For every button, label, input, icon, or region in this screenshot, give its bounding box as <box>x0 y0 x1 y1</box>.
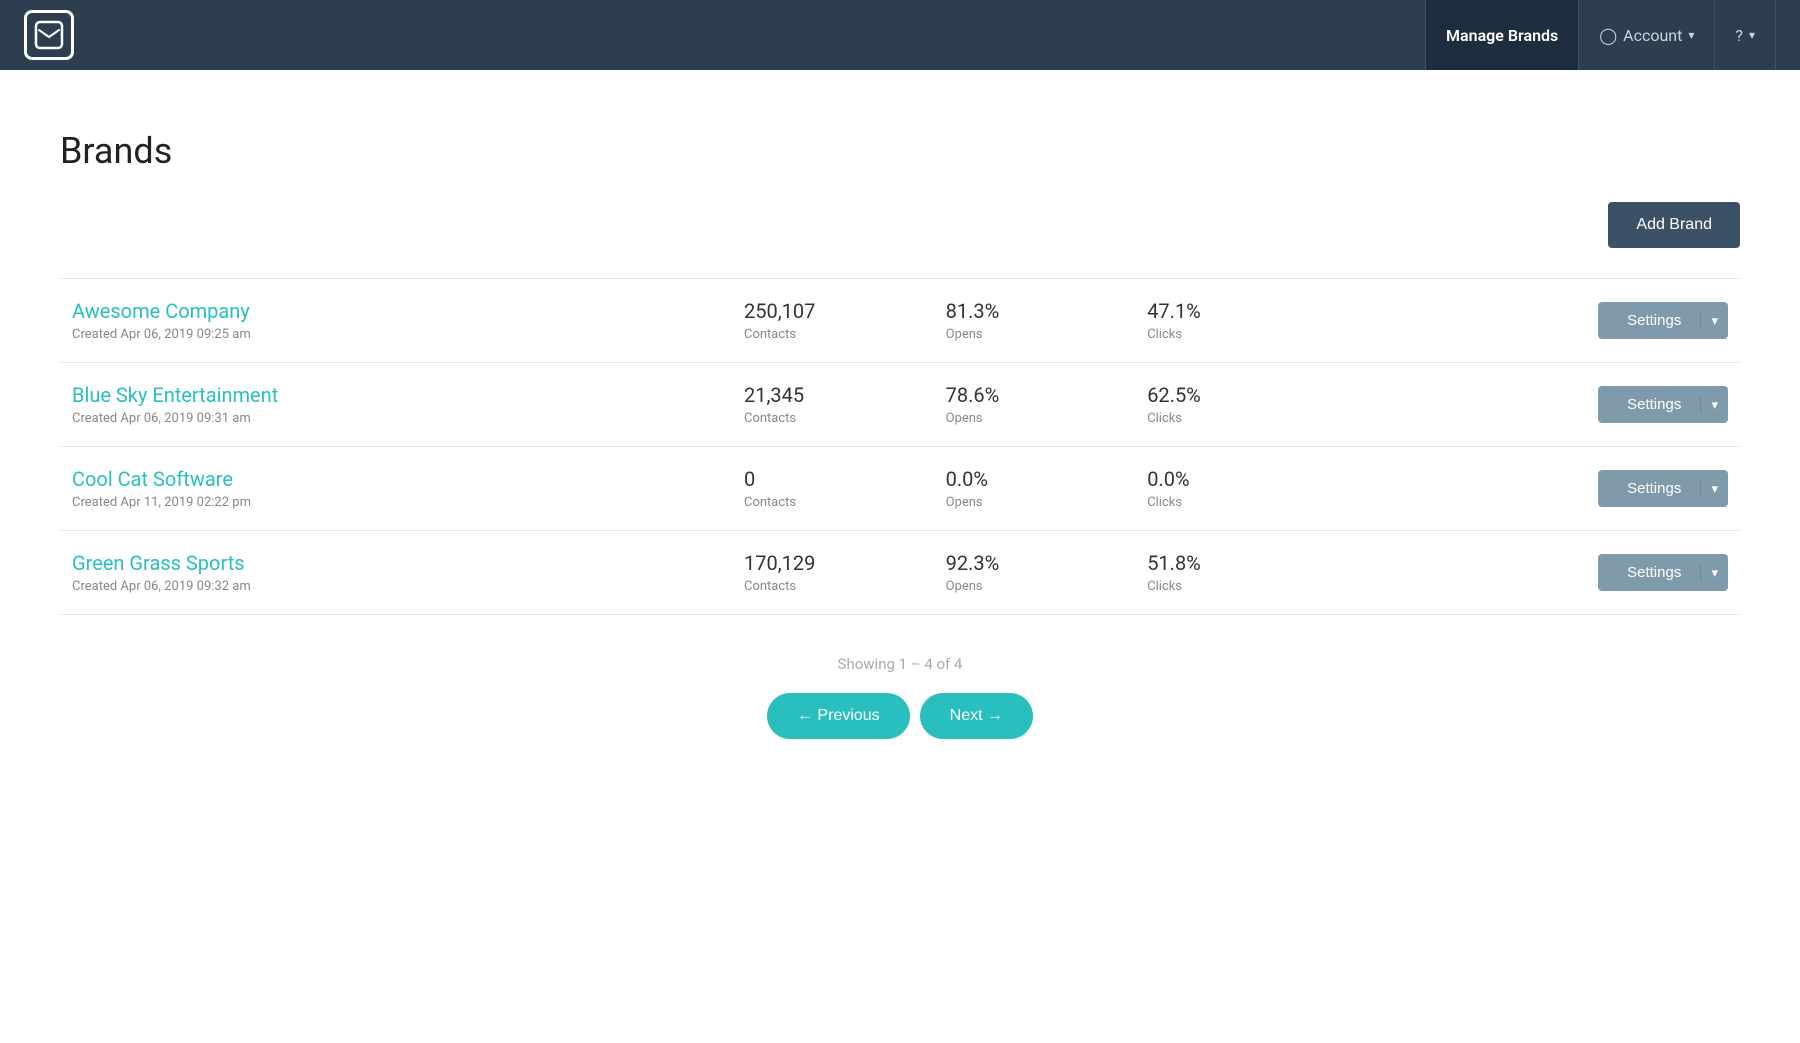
table-row: Cool Cat Software Created Apr 11, 2019 0… <box>60 447 1740 531</box>
previous-button[interactable]: ← Previous <box>767 693 910 739</box>
settings-button[interactable]: Settings ▾ <box>1598 386 1728 423</box>
opens-value: 92.3% <box>946 551 1124 575</box>
settings-cell: Settings ▾ <box>1337 279 1740 363</box>
table-row: Awesome Company Created Apr 06, 2019 09:… <box>60 279 1740 363</box>
contacts-label: Contacts <box>744 579 922 594</box>
navbar: Manage Brands ◯ Account ▾ ? ▾ <box>0 0 1800 70</box>
clicks-value: 0.0% <box>1147 467 1325 491</box>
settings-dropdown-icon: ▾ <box>1700 565 1728 581</box>
opens-value: 0.0% <box>946 467 1124 491</box>
table-row: Blue Sky Entertainment Created Apr 06, 2… <box>60 363 1740 447</box>
contacts-value: 0 <box>744 467 922 491</box>
brand-created-date: Created Apr 06, 2019 09:25 am <box>72 327 720 342</box>
navbar-right: Manage Brands ◯ Account ▾ ? ▾ <box>1425 0 1776 70</box>
showing-text: Showing 1 – 4 of 4 <box>60 655 1740 673</box>
settings-cell: Settings ▾ <box>1337 447 1740 531</box>
brand-name-cell: Cool Cat Software Created Apr 11, 2019 0… <box>60 447 732 531</box>
clicks-cell: 62.5% Clicks <box>1135 363 1337 447</box>
clicks-cell: 51.8% Clicks <box>1135 531 1337 615</box>
settings-button-label: Settings <box>1598 312 1700 329</box>
clicks-value: 47.1% <box>1147 299 1325 323</box>
clicks-label: Clicks <box>1147 327 1325 342</box>
page-title: Brands <box>60 130 1740 172</box>
brand-created-date: Created Apr 06, 2019 09:32 am <box>72 579 720 594</box>
settings-dropdown-icon: ▾ <box>1700 313 1728 329</box>
opens-value: 78.6% <box>946 383 1124 407</box>
clicks-cell: 47.1% Clicks <box>1135 279 1337 363</box>
settings-dropdown-icon: ▾ <box>1700 481 1728 497</box>
main-content: Brands Add Brand Awesome Company Created… <box>0 70 1800 1043</box>
manage-brands-nav[interactable]: Manage Brands <box>1425 0 1579 70</box>
help-icon: ? <box>1735 26 1743 45</box>
brand-name-cell: Awesome Company Created Apr 06, 2019 09:… <box>60 279 732 363</box>
contacts-cell: 170,129 Contacts <box>732 531 934 615</box>
contacts-label: Contacts <box>744 411 922 426</box>
settings-cell: Settings ▾ <box>1337 531 1740 615</box>
opens-label: Opens <box>946 495 1124 510</box>
pagination-buttons: ← Previous Next → <box>60 693 1740 739</box>
table-row: Green Grass Sports Created Apr 06, 2019 … <box>60 531 1740 615</box>
next-button[interactable]: Next → <box>920 693 1033 739</box>
contacts-label: Contacts <box>744 495 922 510</box>
settings-button-label: Settings <box>1598 480 1700 497</box>
contacts-cell: 0 Contacts <box>732 447 934 531</box>
help-arrow-icon: ▾ <box>1749 28 1755 42</box>
brand-name-cell: Green Grass Sports Created Apr 06, 2019 … <box>60 531 732 615</box>
contacts-cell: 21,345 Contacts <box>732 363 934 447</box>
clicks-value: 51.8% <box>1147 551 1325 575</box>
opens-value: 81.3% <box>946 299 1124 323</box>
opens-cell: 92.3% Opens <box>934 531 1136 615</box>
pagination-area: Showing 1 – 4 of 4 ← Previous Next → <box>60 655 1740 739</box>
opens-label: Opens <box>946 579 1124 594</box>
settings-button[interactable]: Settings ▾ <box>1598 302 1728 339</box>
brand-name-link[interactable]: Awesome Company <box>72 299 720 323</box>
opens-label: Opens <box>946 327 1124 342</box>
contacts-value: 250,107 <box>744 299 922 323</box>
account-nav[interactable]: ◯ Account ▾ <box>1579 0 1715 70</box>
opens-label: Opens <box>946 411 1124 426</box>
brand-name-cell: Blue Sky Entertainment Created Apr 06, 2… <box>60 363 732 447</box>
settings-button-label: Settings <box>1598 396 1700 413</box>
top-bar: Add Brand <box>60 202 1740 248</box>
settings-dropdown-icon: ▾ <box>1700 397 1728 413</box>
help-nav[interactable]: ? ▾ <box>1715 0 1776 70</box>
opens-cell: 0.0% Opens <box>934 447 1136 531</box>
settings-button[interactable]: Settings ▾ <box>1598 470 1728 507</box>
brand-name-link[interactable]: Blue Sky Entertainment <box>72 383 720 407</box>
navbar-brand <box>24 10 74 60</box>
settings-button-label: Settings <box>1598 564 1700 581</box>
account-icon: ◯ <box>1599 26 1617 45</box>
opens-cell: 81.3% Opens <box>934 279 1136 363</box>
contacts-label: Contacts <box>744 327 922 342</box>
brands-table: Awesome Company Created Apr 06, 2019 09:… <box>60 278 1740 615</box>
brand-name-link[interactable]: Green Grass Sports <box>72 551 720 575</box>
brand-created-date: Created Apr 06, 2019 09:31 am <box>72 411 720 426</box>
opens-cell: 78.6% Opens <box>934 363 1136 447</box>
clicks-label: Clicks <box>1147 495 1325 510</box>
settings-button[interactable]: Settings ▾ <box>1598 554 1728 591</box>
contacts-value: 170,129 <box>744 551 922 575</box>
add-brand-button[interactable]: Add Brand <box>1608 202 1740 248</box>
clicks-label: Clicks <box>1147 579 1325 594</box>
contacts-cell: 250,107 Contacts <box>732 279 934 363</box>
clicks-cell: 0.0% Clicks <box>1135 447 1337 531</box>
settings-cell: Settings ▾ <box>1337 363 1740 447</box>
clicks-label: Clicks <box>1147 411 1325 426</box>
contacts-value: 21,345 <box>744 383 922 407</box>
account-arrow-icon: ▾ <box>1688 28 1694 42</box>
clicks-value: 62.5% <box>1147 383 1325 407</box>
brand-name-link[interactable]: Cool Cat Software <box>72 467 720 491</box>
app-logo[interactable] <box>24 10 74 60</box>
brand-created-date: Created Apr 11, 2019 02:22 pm <box>72 495 720 510</box>
